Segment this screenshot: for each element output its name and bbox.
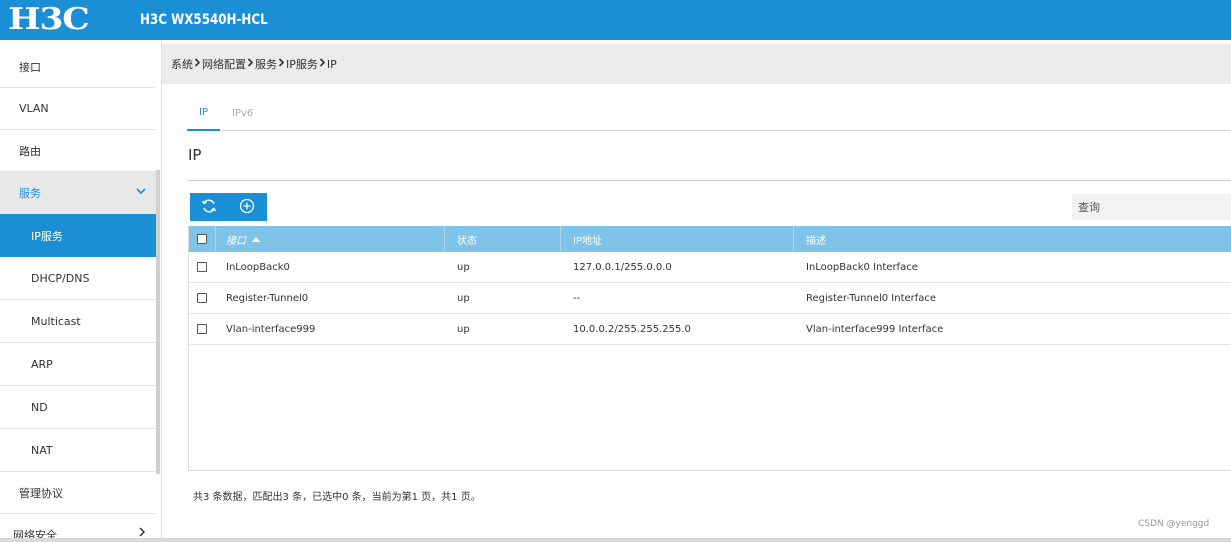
sidebar-item-multicast[interactable]: Multicast	[0, 300, 156, 343]
table-row[interactable]: Vlan-interface999 up 10.0.0.2/255.255.25…	[189, 314, 1231, 345]
row-select-cell	[189, 283, 216, 314]
plus-circle-icon	[239, 198, 255, 217]
row-select-cell	[189, 314, 216, 345]
sidebar-item-interface[interactable]: 接口	[0, 40, 156, 88]
chevron-right-icon	[247, 58, 254, 70]
sidebar-item-dhcp-dns[interactable]: DHCP/DNS	[0, 257, 156, 300]
select-all-checkbox[interactable]	[197, 234, 207, 244]
breadcrumb-item[interactable]: 网络配置	[202, 56, 246, 72]
refresh-icon	[201, 198, 217, 217]
row-select-cell	[189, 252, 216, 283]
row-checkbox[interactable]	[197, 324, 207, 334]
column-header-label: 描述	[806, 235, 826, 247]
sidebar-item-label: ND	[31, 400, 48, 414]
column-header-description[interactable]: 描述	[794, 226, 1231, 252]
cell-status: up	[457, 261, 470, 273]
horizontal-scrollbar[interactable]	[0, 538, 1231, 542]
chevron-down-icon	[136, 186, 146, 199]
breadcrumb-item[interactable]: 系统	[171, 56, 193, 72]
sidebar-item-label: 接口	[19, 60, 41, 74]
divider	[187, 180, 1231, 181]
cell-status: up	[457, 292, 470, 304]
column-header-label: 状态	[457, 235, 477, 247]
pagination-summary: 共3 条数据，匹配出3 条，已选中0 条，当前为第1 页，共1 页。	[193, 492, 481, 503]
cell-interface: Vlan-interface999	[226, 323, 316, 335]
watermark: CSDN @yenggd	[1138, 519, 1210, 529]
table-header-row: 接口 状态 IP地址 描述	[189, 226, 1231, 252]
column-header-status[interactable]: 状态	[445, 226, 561, 252]
top-header: H3C H3C WX5540H-HCL	[0, 0, 1231, 40]
breadcrumb-item[interactable]: IP服务	[286, 56, 318, 72]
sidebar-item-label: IP服务	[31, 229, 63, 243]
chevron-right-icon	[194, 58, 201, 70]
column-header-interface[interactable]: 接口	[216, 226, 445, 252]
sidebar-item-nat[interactable]: NAT	[0, 429, 156, 472]
table-toolbar	[190, 193, 267, 221]
tab-ipv6[interactable]: IPv6	[220, 96, 265, 131]
select-all-cell	[189, 226, 216, 252]
cell-description: InLoopBack0 Interface	[806, 261, 918, 273]
cell-status: up	[457, 323, 470, 335]
sidebar-item-nd[interactable]: ND	[0, 386, 156, 429]
logo-text: H3C	[8, 2, 90, 37]
sidebar-scrollbar[interactable]	[156, 170, 160, 474]
cell-interface: InLoopBack0	[226, 261, 290, 273]
sidebar-item-label: DHCP/DNS	[31, 271, 90, 285]
sidebar-item-management-protocols[interactable]: 管理协议	[0, 472, 156, 514]
row-checkbox[interactable]	[197, 293, 207, 303]
sidebar-item-services[interactable]: 服务	[0, 172, 156, 214]
table-row[interactable]: Register-Tunnel0 up -- Register-Tunnel0 …	[189, 283, 1231, 314]
sidebar-item-vlan[interactable]: VLAN	[0, 88, 156, 130]
refresh-button[interactable]	[190, 193, 228, 221]
chevron-right-icon	[278, 58, 285, 70]
cell-ip-address: --	[573, 292, 581, 304]
breadcrumb-item[interactable]: 服务	[255, 56, 277, 72]
cell-description: Vlan-interface999 Interface	[806, 323, 944, 335]
tab-ip[interactable]: IP	[187, 96, 220, 131]
sort-ascending-icon	[252, 236, 260, 242]
sidebar-item-label: 管理协议	[19, 486, 63, 500]
cell-ip-address: 10.0.0.2/255.255.255.0	[573, 323, 691, 335]
sidebar-item-label: ARP	[31, 357, 53, 371]
row-checkbox[interactable]	[197, 262, 207, 272]
sidebar-item-label: VLAN	[19, 102, 49, 115]
sidebar-nav: 接口 VLAN 路由 服务 IP服务 DHCP/DNS Multicast AR…	[0, 40, 162, 542]
add-button[interactable]	[228, 193, 266, 221]
sidebar-item-arp[interactable]: ARP	[0, 343, 156, 386]
cell-description: Register-Tunnel0 Interface	[806, 292, 937, 304]
sidebar-item-label: 服务	[19, 186, 41, 200]
sidebar-item-routing[interactable]: 路由	[0, 130, 156, 172]
breadcrumb-item-current: IP	[326, 57, 337, 71]
sidebar-item-label: Multicast	[31, 314, 81, 328]
section-title: IP	[188, 146, 202, 164]
column-header-label: 接口	[226, 235, 246, 247]
tab-bar: IP IPv6	[187, 96, 1231, 131]
cell-ip-address: 127.0.0.1/255.0.0.0	[573, 261, 672, 273]
chevron-right-icon	[319, 58, 326, 70]
cell-interface: Register-Tunnel0	[226, 292, 309, 304]
device-title: H3C WX5540H-HCL	[140, 12, 268, 28]
table-row[interactable]: InLoopBack0 up 127.0.0.1/255.0.0.0 InLoo…	[189, 252, 1231, 283]
column-header-label: IP地址	[573, 235, 602, 247]
search-input[interactable]	[1072, 194, 1231, 220]
sidebar-item-label: 路由	[19, 144, 41, 158]
breadcrumb: 系统 网络配置 服务 IP服务 IP	[162, 44, 1231, 84]
h3c-logo: H3C	[8, 5, 120, 35]
interface-table: 接口 状态 IP地址 描述 InLoopBack0 up 127.0.0.1/2…	[188, 226, 1231, 471]
sidebar-item-ip-services[interactable]: IP服务	[0, 214, 156, 257]
column-header-ip-address[interactable]: IP地址	[561, 226, 794, 252]
sidebar-item-label: NAT	[31, 443, 53, 457]
